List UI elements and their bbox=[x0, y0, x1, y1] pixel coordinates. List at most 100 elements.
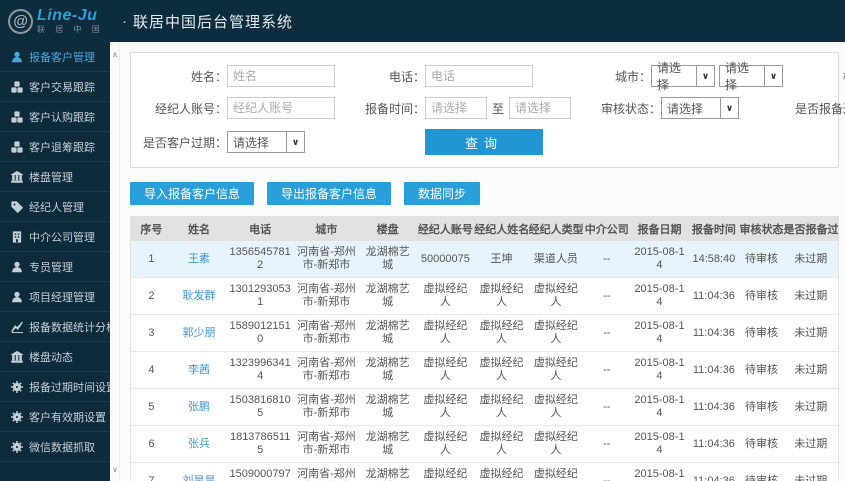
bank-icon bbox=[10, 170, 23, 183]
table-cell: 龙湖棉艺城 bbox=[358, 462, 417, 481]
sidebar-item-5[interactable]: 经纪人管理 bbox=[0, 192, 110, 222]
company-icon bbox=[10, 230, 23, 243]
table-row: 1 王素 13565457812 河南省-郑州市-新郑市 龙湖棉艺城 50000075 王坤… bbox=[131, 241, 838, 278]
sidebar-item-12[interactable]: 客户有效期设置 bbox=[0, 402, 110, 432]
audit-status-select[interactable]: 请选择 ∨ bbox=[661, 97, 739, 119]
city-province-select[interactable]: 请选择 ∨ bbox=[651, 61, 715, 92]
table-row: 2 耿发群 13012930531 河南省-郑州市-新郑市 龙湖棉艺城 虚拟经纪人 虚拟经纪… bbox=[131, 277, 838, 315]
table-cell: 王坤 bbox=[474, 241, 529, 278]
customer-name-link[interactable]: 张鹏 bbox=[171, 388, 227, 426]
sidebar-item-label: 客户认购跟踪 bbox=[29, 111, 95, 124]
table-cell: 未过期 bbox=[783, 388, 838, 426]
sidebar-item-1[interactable]: 客户交易跟踪 bbox=[0, 72, 110, 102]
scroll-down-icon[interactable]: ∨ bbox=[110, 465, 120, 475]
sidebar-item-11[interactable]: 报备过期时间设置 bbox=[0, 372, 117, 402]
agent-account-input[interactable] bbox=[227, 97, 335, 119]
city-label: 城市： bbox=[614, 69, 651, 84]
customer-name-link[interactable]: 李茜 bbox=[171, 351, 227, 389]
column-header: 是否报备过期 bbox=[783, 216, 838, 241]
import-report-button[interactable]: 导入报备客户信息 bbox=[130, 182, 255, 205]
city-city-select[interactable]: 请选择 ∨ bbox=[719, 61, 783, 92]
person-icon bbox=[10, 50, 23, 63]
report-expired-label: 是否报备过期： bbox=[794, 101, 845, 116]
table-cell: 虚拟经纪人 bbox=[474, 462, 529, 481]
sidebar-item-2[interactable]: 客户认购跟踪 bbox=[0, 102, 110, 132]
table-cell: 虚拟经纪人 bbox=[528, 425, 584, 463]
brand-text: Line-Ju 联 居 中 国 bbox=[37, 8, 104, 34]
column-header: 城市 bbox=[294, 216, 359, 241]
customer-name-link[interactable]: 王素 bbox=[171, 241, 227, 278]
report-time-from-input[interactable] bbox=[425, 97, 487, 119]
export-report-button[interactable]: 导出报备客户信息 bbox=[267, 182, 392, 205]
table-cell: 龙湖棉艺城 bbox=[358, 277, 417, 315]
table-cell: 虚拟经纪人 bbox=[528, 351, 584, 389]
table-cell: 11:04:36 bbox=[688, 462, 740, 481]
customer-expired-select[interactable]: 请选择 ∨ bbox=[227, 131, 305, 153]
chevron-down-icon: ∨ bbox=[286, 132, 304, 152]
agent-account-filter: 经纪人账号： bbox=[135, 97, 347, 119]
table-cell: 渠道人员 bbox=[528, 241, 584, 278]
sidebar-item-0[interactable]: 报备客户管理 bbox=[0, 42, 110, 72]
table-cell: 13565457812 bbox=[226, 241, 295, 278]
filter-panel: 姓名： 电话： 城市： 请选择 ∨ 请选择 ∨ 楼盘： bbox=[130, 52, 845, 168]
table-row: 3 郭少朋 15890121510 河南省-郑州市-新郑市 龙湖棉艺城 虚拟经纪人 虚拟经纪… bbox=[131, 314, 838, 352]
sidebar-item-3[interactable]: 客户退筹跟踪 bbox=[0, 132, 110, 162]
data-sync-button[interactable]: 数据同步 bbox=[404, 182, 481, 205]
table-cell: 2015-08-14 bbox=[630, 241, 689, 278]
sidebar-item-8[interactable]: 项目经理管理 bbox=[0, 282, 110, 312]
sidebar-item-6[interactable]: 中介公司管理 bbox=[0, 222, 110, 252]
column-header: 姓名 bbox=[171, 216, 227, 241]
top-header: @ Line-Ju 联 居 中 国 · 联居中国后台管理系统 bbox=[0, 0, 845, 42]
table-cell: 未过期 bbox=[783, 277, 838, 315]
scroll-up-icon[interactable]: ∧ bbox=[110, 50, 120, 60]
table-cell: 虚拟经纪人 bbox=[528, 277, 584, 315]
query-button[interactable]: 查询 bbox=[425, 129, 543, 155]
chevron-down-icon: ∨ bbox=[720, 98, 738, 118]
column-header: 报备日期 bbox=[630, 216, 689, 241]
table-cell: 未过期 bbox=[783, 462, 838, 481]
sidebar-scrollbar[interactable]: ∧ ∨ bbox=[110, 42, 120, 481]
estate-filter: 楼盘： bbox=[783, 65, 845, 87]
sidebar-item-label: 楼盘管理 bbox=[29, 171, 73, 184]
table-cell: 待审核 bbox=[739, 351, 784, 389]
table-cell: 河南省-郑州市-新郑市 bbox=[294, 314, 359, 352]
name-filter: 姓名： bbox=[135, 65, 347, 87]
table-cell: 虚拟经纪人 bbox=[528, 462, 584, 481]
table-cell: 6 bbox=[131, 425, 172, 463]
name-input[interactable] bbox=[227, 65, 335, 87]
customer-name-link[interactable]: 张兵 bbox=[171, 425, 227, 463]
sidebar-item-7[interactable]: 专员管理 bbox=[0, 252, 110, 282]
brand-subtitle: 联 居 中 国 bbox=[37, 25, 104, 34]
sidebar-nav: 报备客户管理 客户交易跟踪客户认购跟踪客户退筹跟踪楼盘管理经纪人管理 中介公司管理专… bbox=[0, 42, 117, 481]
action-buttons: 导入报备客户信息 导出报备客户信息 数据同步 bbox=[130, 182, 839, 205]
table-cell: 18137865115 bbox=[226, 425, 295, 463]
customer-name-link[interactable]: 郭少朋 bbox=[171, 314, 227, 352]
brand-logo: @ Line-Ju 联 居 中 国 bbox=[0, 8, 112, 34]
column-header: 经纪人账号 bbox=[416, 216, 475, 241]
sidebar-item-13[interactable]: 微信数据抓取 bbox=[0, 432, 110, 462]
customer-expired-value: 请选择 bbox=[233, 135, 270, 150]
customer-name-link[interactable]: 耿发群 bbox=[171, 277, 227, 315]
table-cell: 河南省-郑州市-新郑市 bbox=[294, 351, 359, 389]
column-header: 审核状态 bbox=[739, 216, 784, 241]
sidebar-item-9[interactable]: 报备数据统计分析 bbox=[0, 312, 117, 342]
table-cell: 虚拟经纪人 bbox=[474, 314, 529, 352]
sidebar-item-4[interactable]: 楼盘管理 bbox=[0, 162, 110, 192]
phone-input[interactable] bbox=[425, 65, 533, 87]
at-circle-icon: @ bbox=[8, 8, 33, 34]
estate-label: 楼盘： bbox=[783, 68, 845, 85]
column-header: 中介公司 bbox=[583, 216, 631, 241]
sidebar-item-10[interactable]: 楼盘动态 bbox=[0, 342, 110, 372]
table-cell: 虚拟经纪人 bbox=[474, 388, 529, 426]
city-city-value: 请选择 bbox=[725, 61, 750, 92]
column-header: 电话 bbox=[226, 216, 295, 241]
bank-icon bbox=[10, 350, 23, 363]
report-time-to-input[interactable] bbox=[509, 97, 572, 119]
customer-name-link[interactable]: 刘昊昊 bbox=[171, 462, 227, 481]
table-cell: 待审核 bbox=[739, 388, 784, 426]
table-cell: 河南省-郑州市-新郑市 bbox=[294, 277, 359, 315]
table-cell: 虚拟经纪人 bbox=[416, 351, 475, 389]
table-cell: 14:58:40 bbox=[688, 241, 740, 278]
table-cell: 2015-08-14 bbox=[630, 388, 689, 426]
table-cell: 虚拟经纪人 bbox=[528, 314, 584, 352]
